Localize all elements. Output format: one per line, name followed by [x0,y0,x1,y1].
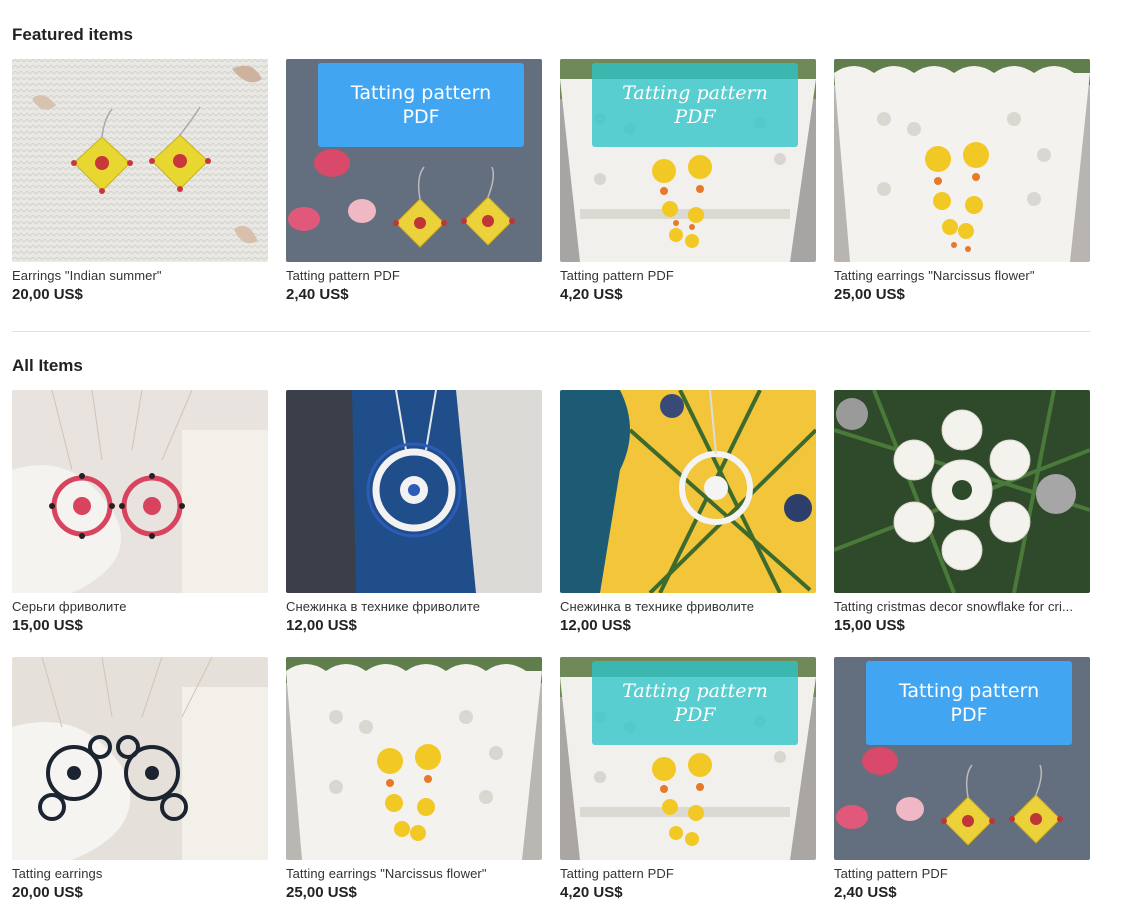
product-image[interactable] [834,59,1090,262]
section-divider [12,331,1090,332]
pdf-badge: Tatting pattern PDF [592,63,798,147]
item-card[interactable]: Серьги фриволите 15,00 US$ [12,390,268,634]
featured-item-card[interactable]: Tatting earrings "Narcissus flower" 25,0… [834,59,1090,303]
product-title[interactable]: Tatting pattern PDF [560,268,816,283]
product-title[interactable]: Снежинка в технике фриволите [560,599,816,614]
product-title[interactable]: Earrings "Indian summer" [12,268,268,283]
product-price: 12,00 US$ [286,617,357,634]
product-image[interactable]: Tatting pattern PDF [560,657,816,860]
product-price: 4,20 US$ [560,286,623,303]
product-price: 25,00 US$ [834,286,905,303]
product-title[interactable]: Tatting earrings "Narcissus flower" [834,268,1090,283]
all-items-section-title: All Items [12,356,83,375]
product-price: 25,00 US$ [286,884,357,901]
pdf-badge: Tatting pattern PDF [592,661,798,745]
product-image[interactable]: Tatting pattern PDF [286,59,542,262]
featured-section-title: Featured items [12,25,133,44]
product-price: 15,00 US$ [12,617,83,634]
product-title[interactable]: Tatting cristmas decor snowflake for cri… [834,599,1090,614]
item-card[interactable]: Tatting earrings 20,00 US$ [12,657,268,901]
product-price: 2,40 US$ [834,884,897,901]
featured-item-card[interactable]: Tatting pattern PDF Tatting pattern PDF 4… [560,59,816,303]
featured-item-card[interactable]: Tatting pattern PDF Tatting pattern PDF 2… [286,59,542,303]
product-image[interactable] [12,59,268,262]
featured-item-card[interactable]: Earrings "Indian summer" 20,00 US$ [12,59,268,303]
item-card[interactable]: Снежинка в технике фриволите 12,00 US$ [560,390,816,634]
product-title[interactable]: Tatting earrings "Narcissus flower" [286,866,542,881]
product-title[interactable]: Серьги фриволите [12,599,268,614]
product-price: 2,40 US$ [286,286,349,303]
item-card[interactable]: Tatting cristmas decor snowflake for cri… [834,390,1090,634]
product-price: 15,00 US$ [834,617,905,634]
product-image[interactable]: Tatting pattern PDF [834,657,1090,860]
pdf-badge: Tatting pattern PDF [318,63,524,147]
product-image[interactable] [286,390,542,593]
product-price: 12,00 US$ [560,617,631,634]
product-image[interactable] [12,390,268,593]
product-image[interactable] [286,657,542,860]
product-image[interactable] [12,657,268,860]
product-title[interactable]: Tatting pattern PDF [286,268,542,283]
product-title[interactable]: Tatting earrings [12,866,268,881]
product-title[interactable]: Tatting pattern PDF [560,866,816,881]
product-image[interactable] [834,390,1090,593]
product-price: 4,20 US$ [560,884,623,901]
product-price: 20,00 US$ [12,286,83,303]
product-title[interactable]: Tatting pattern PDF [834,866,1090,881]
item-card[interactable]: Снежинка в технике фриволите 12,00 US$ [286,390,542,634]
product-image[interactable] [560,390,816,593]
product-price: 20,00 US$ [12,884,83,901]
product-title[interactable]: Снежинка в технике фриволите [286,599,542,614]
product-image[interactable]: Tatting pattern PDF [560,59,816,262]
pdf-badge: Tatting pattern PDF [866,661,1072,745]
item-card[interactable]: Tatting pattern PDF Tatting pattern PDF 4… [560,657,816,901]
item-card[interactable]: Tatting pattern PDF Tatting pattern PDF 2… [834,657,1090,901]
item-card[interactable]: Tatting earrings "Narcissus flower" 25,0… [286,657,542,901]
